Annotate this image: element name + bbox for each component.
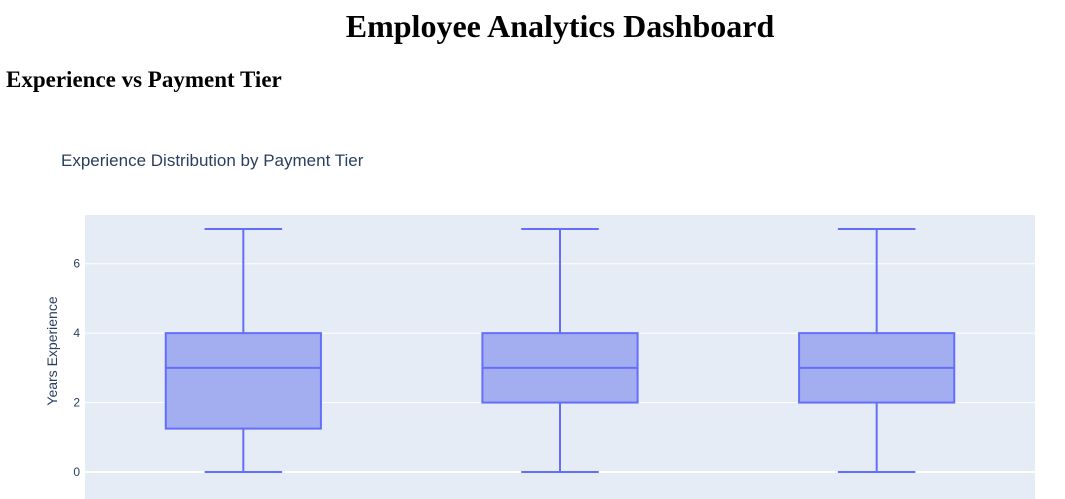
y-tick-label-4: 4 [73, 326, 80, 340]
box-iqr [164, 332, 322, 430]
y-axis-ticks: 0 2 4 6 [73, 257, 80, 479]
chart-title: Experience Distribution by Payment Tier [61, 151, 364, 170]
y-tick-label-6: 6 [73, 257, 80, 271]
y-tick-label-0: 0 [73, 465, 80, 479]
y-tick-label-2: 2 [73, 396, 80, 410]
box-plot-chart: Experience Distribution by Payment Tier … [44, 151, 1035, 499]
y-axis-label: Years Experience [44, 296, 60, 405]
